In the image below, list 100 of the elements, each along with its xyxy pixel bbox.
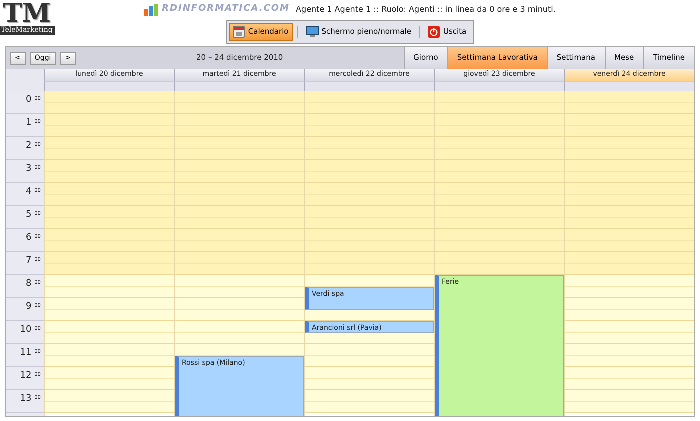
time-slot[interactable] xyxy=(45,240,174,252)
time-slot[interactable] xyxy=(45,183,174,194)
time-slot[interactable] xyxy=(565,183,694,194)
time-slot[interactable] xyxy=(305,218,434,229)
time-slot[interactable] xyxy=(305,137,434,148)
time-slot[interactable] xyxy=(175,194,304,206)
time-slot[interactable] xyxy=(435,137,564,148)
time-slot[interactable] xyxy=(435,206,564,218)
time-slot[interactable] xyxy=(435,172,564,183)
time-slot[interactable] xyxy=(565,367,694,378)
time-slot[interactable] xyxy=(45,298,174,310)
time-slot[interactable] xyxy=(565,102,694,114)
time-slot[interactable] xyxy=(305,356,434,367)
time-slot[interactable] xyxy=(175,275,304,286)
time-slot[interactable] xyxy=(45,264,174,275)
time-slot[interactable] xyxy=(175,148,304,160)
time-slot[interactable] xyxy=(565,126,694,137)
time-slot[interactable] xyxy=(45,218,174,229)
time-slot[interactable] xyxy=(305,252,434,264)
time-slot[interactable] xyxy=(175,252,304,264)
time-slot[interactable] xyxy=(45,102,174,114)
time-slot[interactable] xyxy=(45,344,174,356)
time-slot[interactable] xyxy=(175,321,304,332)
time-slot[interactable] xyxy=(45,252,174,264)
time-slot[interactable] xyxy=(305,344,434,356)
time-slot[interactable] xyxy=(175,183,304,194)
time-slot[interactable] xyxy=(45,229,174,240)
time-slot[interactable] xyxy=(435,218,564,229)
time-slot[interactable] xyxy=(565,218,694,229)
time-slot[interactable] xyxy=(45,206,174,218)
time-slot[interactable] xyxy=(565,286,694,298)
time-slot[interactable] xyxy=(305,240,434,252)
time-slot[interactable] xyxy=(305,183,434,194)
time-slot[interactable] xyxy=(305,206,434,218)
time-slot[interactable] xyxy=(175,218,304,229)
time-slot[interactable] xyxy=(435,148,564,160)
time-slot[interactable] xyxy=(305,126,434,137)
time-slot[interactable] xyxy=(45,137,174,148)
time-slot[interactable] xyxy=(565,148,694,160)
time-slot[interactable] xyxy=(565,310,694,321)
time-slot[interactable] xyxy=(175,126,304,137)
time-slot[interactable] xyxy=(175,344,304,356)
time-slot[interactable] xyxy=(175,206,304,218)
time-slot[interactable] xyxy=(305,114,434,126)
time-slot[interactable] xyxy=(45,286,174,298)
time-slot[interactable] xyxy=(305,91,434,102)
time-slot[interactable] xyxy=(175,102,304,114)
time-slot[interactable] xyxy=(45,390,174,402)
time-slot[interactable] xyxy=(175,286,304,298)
time-slot[interactable] xyxy=(305,332,434,344)
time-slot[interactable] xyxy=(565,356,694,367)
time-slot[interactable] xyxy=(45,356,174,367)
time-slot[interactable] xyxy=(435,91,564,102)
time-slot[interactable] xyxy=(565,275,694,286)
time-slot[interactable] xyxy=(565,332,694,344)
time-slot[interactable] xyxy=(565,402,694,413)
time-slot[interactable] xyxy=(565,206,694,218)
time-slot[interactable] xyxy=(565,264,694,275)
time-slot[interactable] xyxy=(305,390,434,402)
time-slot[interactable] xyxy=(45,332,174,344)
time-slot[interactable] xyxy=(565,137,694,148)
time-slot[interactable] xyxy=(565,378,694,390)
time-slot[interactable] xyxy=(305,229,434,240)
time-slot[interactable] xyxy=(175,172,304,183)
time-slot[interactable] xyxy=(565,390,694,402)
time-slot[interactable] xyxy=(565,229,694,240)
time-slot[interactable] xyxy=(305,367,434,378)
time-slot[interactable] xyxy=(435,183,564,194)
time-slot[interactable] xyxy=(305,172,434,183)
time-slot[interactable] xyxy=(45,114,174,126)
time-slot[interactable] xyxy=(305,402,434,413)
time-slot[interactable] xyxy=(175,137,304,148)
time-slot[interactable] xyxy=(45,126,174,137)
time-slot[interactable] xyxy=(305,148,434,160)
time-slot[interactable] xyxy=(435,194,564,206)
time-slot[interactable] xyxy=(565,172,694,183)
time-slot[interactable] xyxy=(435,114,564,126)
time-slot[interactable] xyxy=(435,229,564,240)
time-slot[interactable] xyxy=(305,160,434,172)
time-slot[interactable] xyxy=(175,91,304,102)
time-slot[interactable] xyxy=(45,148,174,160)
time-slot[interactable] xyxy=(435,102,564,114)
time-slot[interactable] xyxy=(45,402,174,413)
time-slot[interactable] xyxy=(565,298,694,310)
time-slot[interactable] xyxy=(45,321,174,332)
time-slot[interactable] xyxy=(45,194,174,206)
time-slot[interactable] xyxy=(435,126,564,137)
time-slot[interactable] xyxy=(565,321,694,332)
time-slot[interactable] xyxy=(175,332,304,344)
time-slot[interactable] xyxy=(175,240,304,252)
time-slot[interactable] xyxy=(305,264,434,275)
time-slot[interactable] xyxy=(175,264,304,275)
time-slot[interactable] xyxy=(175,298,304,310)
time-slot[interactable] xyxy=(45,310,174,321)
time-slot[interactable] xyxy=(305,378,434,390)
time-slot[interactable] xyxy=(45,160,174,172)
time-slot[interactable] xyxy=(45,275,174,286)
time-slot[interactable] xyxy=(175,114,304,126)
time-slot[interactable] xyxy=(175,229,304,240)
time-slot[interactable] xyxy=(305,275,434,286)
